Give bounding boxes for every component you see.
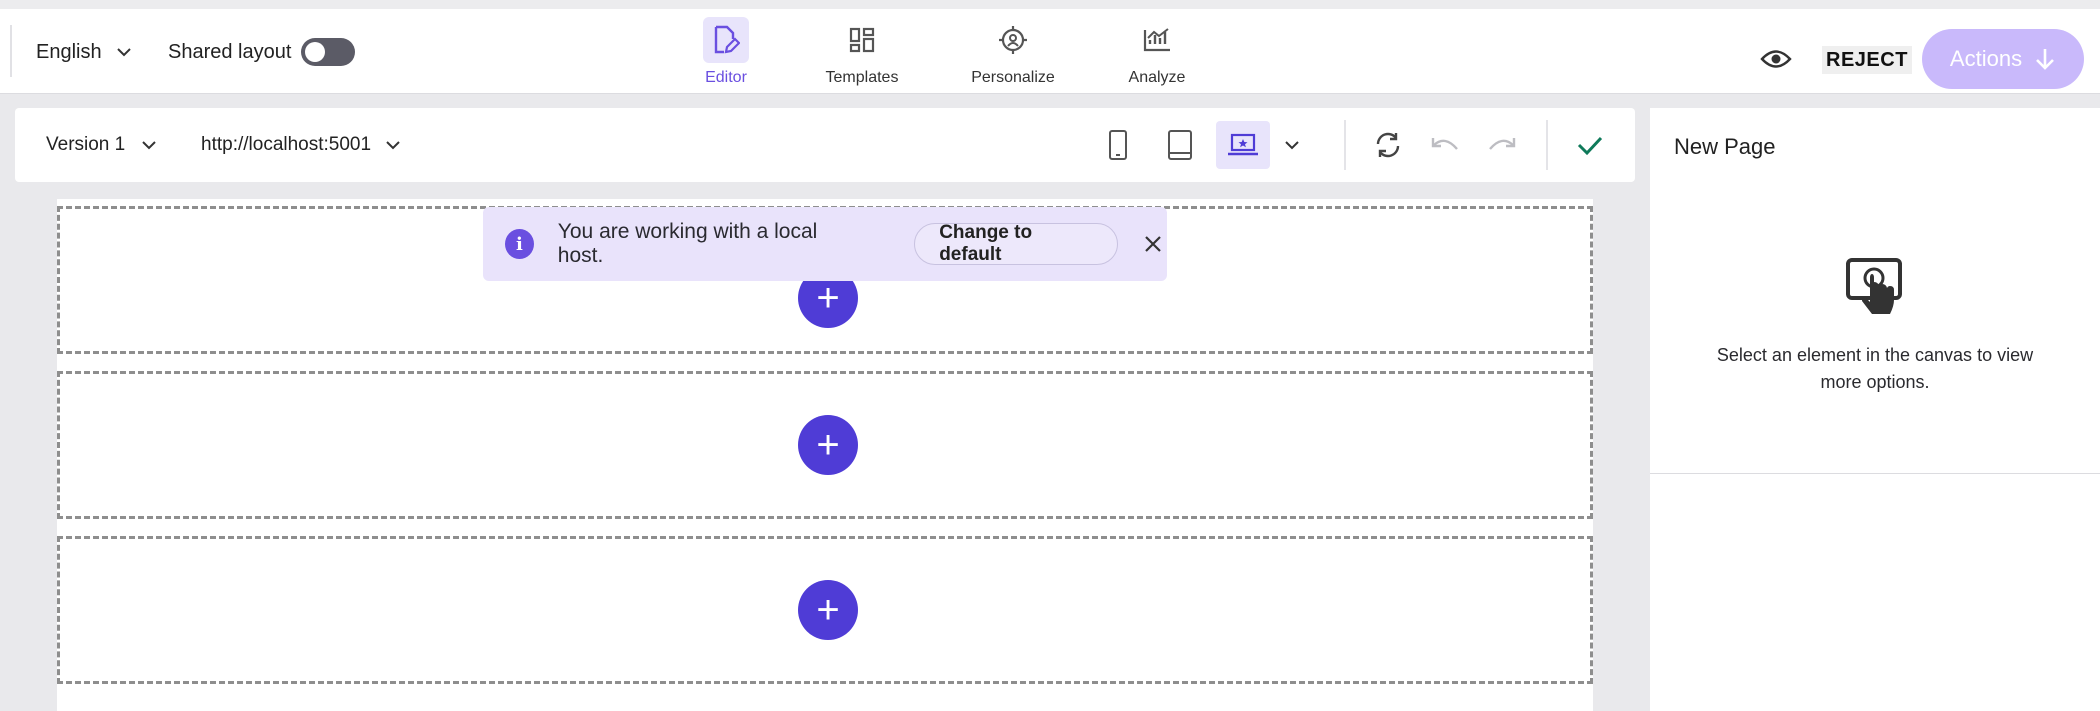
tablet-view-button[interactable] bbox=[1153, 121, 1207, 169]
plus-icon: + bbox=[816, 423, 840, 467]
close-icon bbox=[1144, 236, 1161, 252]
close-toast-button[interactable] bbox=[1138, 229, 1167, 259]
divider bbox=[1650, 473, 2100, 474]
templates-icon bbox=[839, 17, 885, 63]
confirm-button[interactable] bbox=[1563, 121, 1617, 169]
preview-button[interactable] bbox=[1759, 42, 1793, 76]
redo-icon bbox=[1489, 138, 1516, 150]
mobile-icon bbox=[1109, 130, 1127, 160]
tab-editor[interactable]: Editor bbox=[670, 17, 782, 97]
personalize-icon bbox=[990, 17, 1036, 63]
add-element-button[interactable]: + bbox=[798, 580, 858, 640]
toast-message: You are working with a local host. bbox=[557, 220, 818, 267]
shared-layout-toggle[interactable] bbox=[301, 38, 356, 66]
divider bbox=[1546, 120, 1548, 170]
divider bbox=[1344, 120, 1346, 170]
localhost-toast: i You are working with a local host. Cha… bbox=[483, 207, 1167, 281]
reject-button[interactable]: REJECT bbox=[1822, 46, 1912, 74]
tab-label: Personalize bbox=[971, 69, 1055, 86]
editor-icon bbox=[703, 17, 749, 63]
chevron-down-icon bbox=[386, 141, 400, 150]
checkmark-icon bbox=[1577, 136, 1603, 156]
select-element-icon bbox=[1846, 258, 1902, 314]
tab-templates[interactable]: Templates bbox=[806, 17, 918, 97]
analyze-icon bbox=[1134, 17, 1180, 63]
panel-hint: Select an element in the canvas to view … bbox=[1716, 345, 2034, 392]
toggle-knob bbox=[305, 42, 326, 62]
canvas-section[interactable]: + bbox=[57, 536, 1593, 684]
plus-icon: + bbox=[816, 588, 840, 632]
info-icon: i bbox=[505, 229, 534, 259]
url-select[interactable]: http://localhost:5001 bbox=[201, 130, 401, 160]
tab-label: Analyze bbox=[1128, 69, 1186, 86]
language-select[interactable]: English bbox=[36, 35, 132, 69]
undo-button[interactable] bbox=[1418, 121, 1472, 169]
arrow-down-icon bbox=[2036, 49, 2054, 70]
refresh-button[interactable] bbox=[1361, 121, 1415, 169]
eye-icon bbox=[1760, 50, 1792, 68]
actions-button[interactable]: Actions bbox=[1922, 29, 2084, 89]
chevron-down-icon bbox=[1285, 141, 1299, 150]
tab-label: Editor bbox=[705, 69, 747, 86]
mobile-view-button[interactable] bbox=[1091, 121, 1145, 169]
canvas-section[interactable]: + bbox=[57, 371, 1593, 519]
url-value: http://localhost:5001 bbox=[201, 134, 372, 155]
plus-icon: + bbox=[816, 276, 840, 320]
panel-title: New Page bbox=[1674, 134, 1776, 159]
shared-layout-label: Shared layout bbox=[168, 40, 292, 63]
add-element-button[interactable]: + bbox=[798, 415, 858, 475]
chevron-down-icon bbox=[116, 48, 131, 57]
tab-label: Templates bbox=[825, 69, 899, 86]
editor-toolbar: Version 1 http://localhost:5001 bbox=[15, 108, 1635, 182]
change-to-default-button[interactable]: Change to default bbox=[914, 222, 1119, 265]
shared-layout: Shared layout bbox=[168, 35, 356, 69]
version-value: Version 1 bbox=[46, 134, 126, 155]
tablet-icon bbox=[1168, 130, 1192, 160]
refresh-icon bbox=[1376, 132, 1400, 158]
actions-label: Actions bbox=[1949, 46, 2023, 71]
tab-analyze[interactable]: Analyze bbox=[1101, 17, 1213, 97]
desktop-icon bbox=[1228, 133, 1258, 156]
device-menu-button[interactable] bbox=[1269, 121, 1315, 169]
undo-icon bbox=[1431, 138, 1458, 150]
desktop-view-button[interactable] bbox=[1216, 121, 1270, 169]
language-value: English bbox=[36, 40, 102, 63]
top-bar: English Shared layout Editor Templates P… bbox=[0, 0, 2100, 94]
chevron-down-icon bbox=[142, 141, 156, 150]
redo-button[interactable] bbox=[1475, 121, 1529, 169]
properties-panel: New Page Select an element in the canvas… bbox=[1650, 108, 2100, 711]
divider bbox=[10, 25, 12, 77]
version-select[interactable]: Version 1 bbox=[46, 130, 157, 160]
tab-personalize[interactable]: Personalize bbox=[957, 17, 1069, 97]
